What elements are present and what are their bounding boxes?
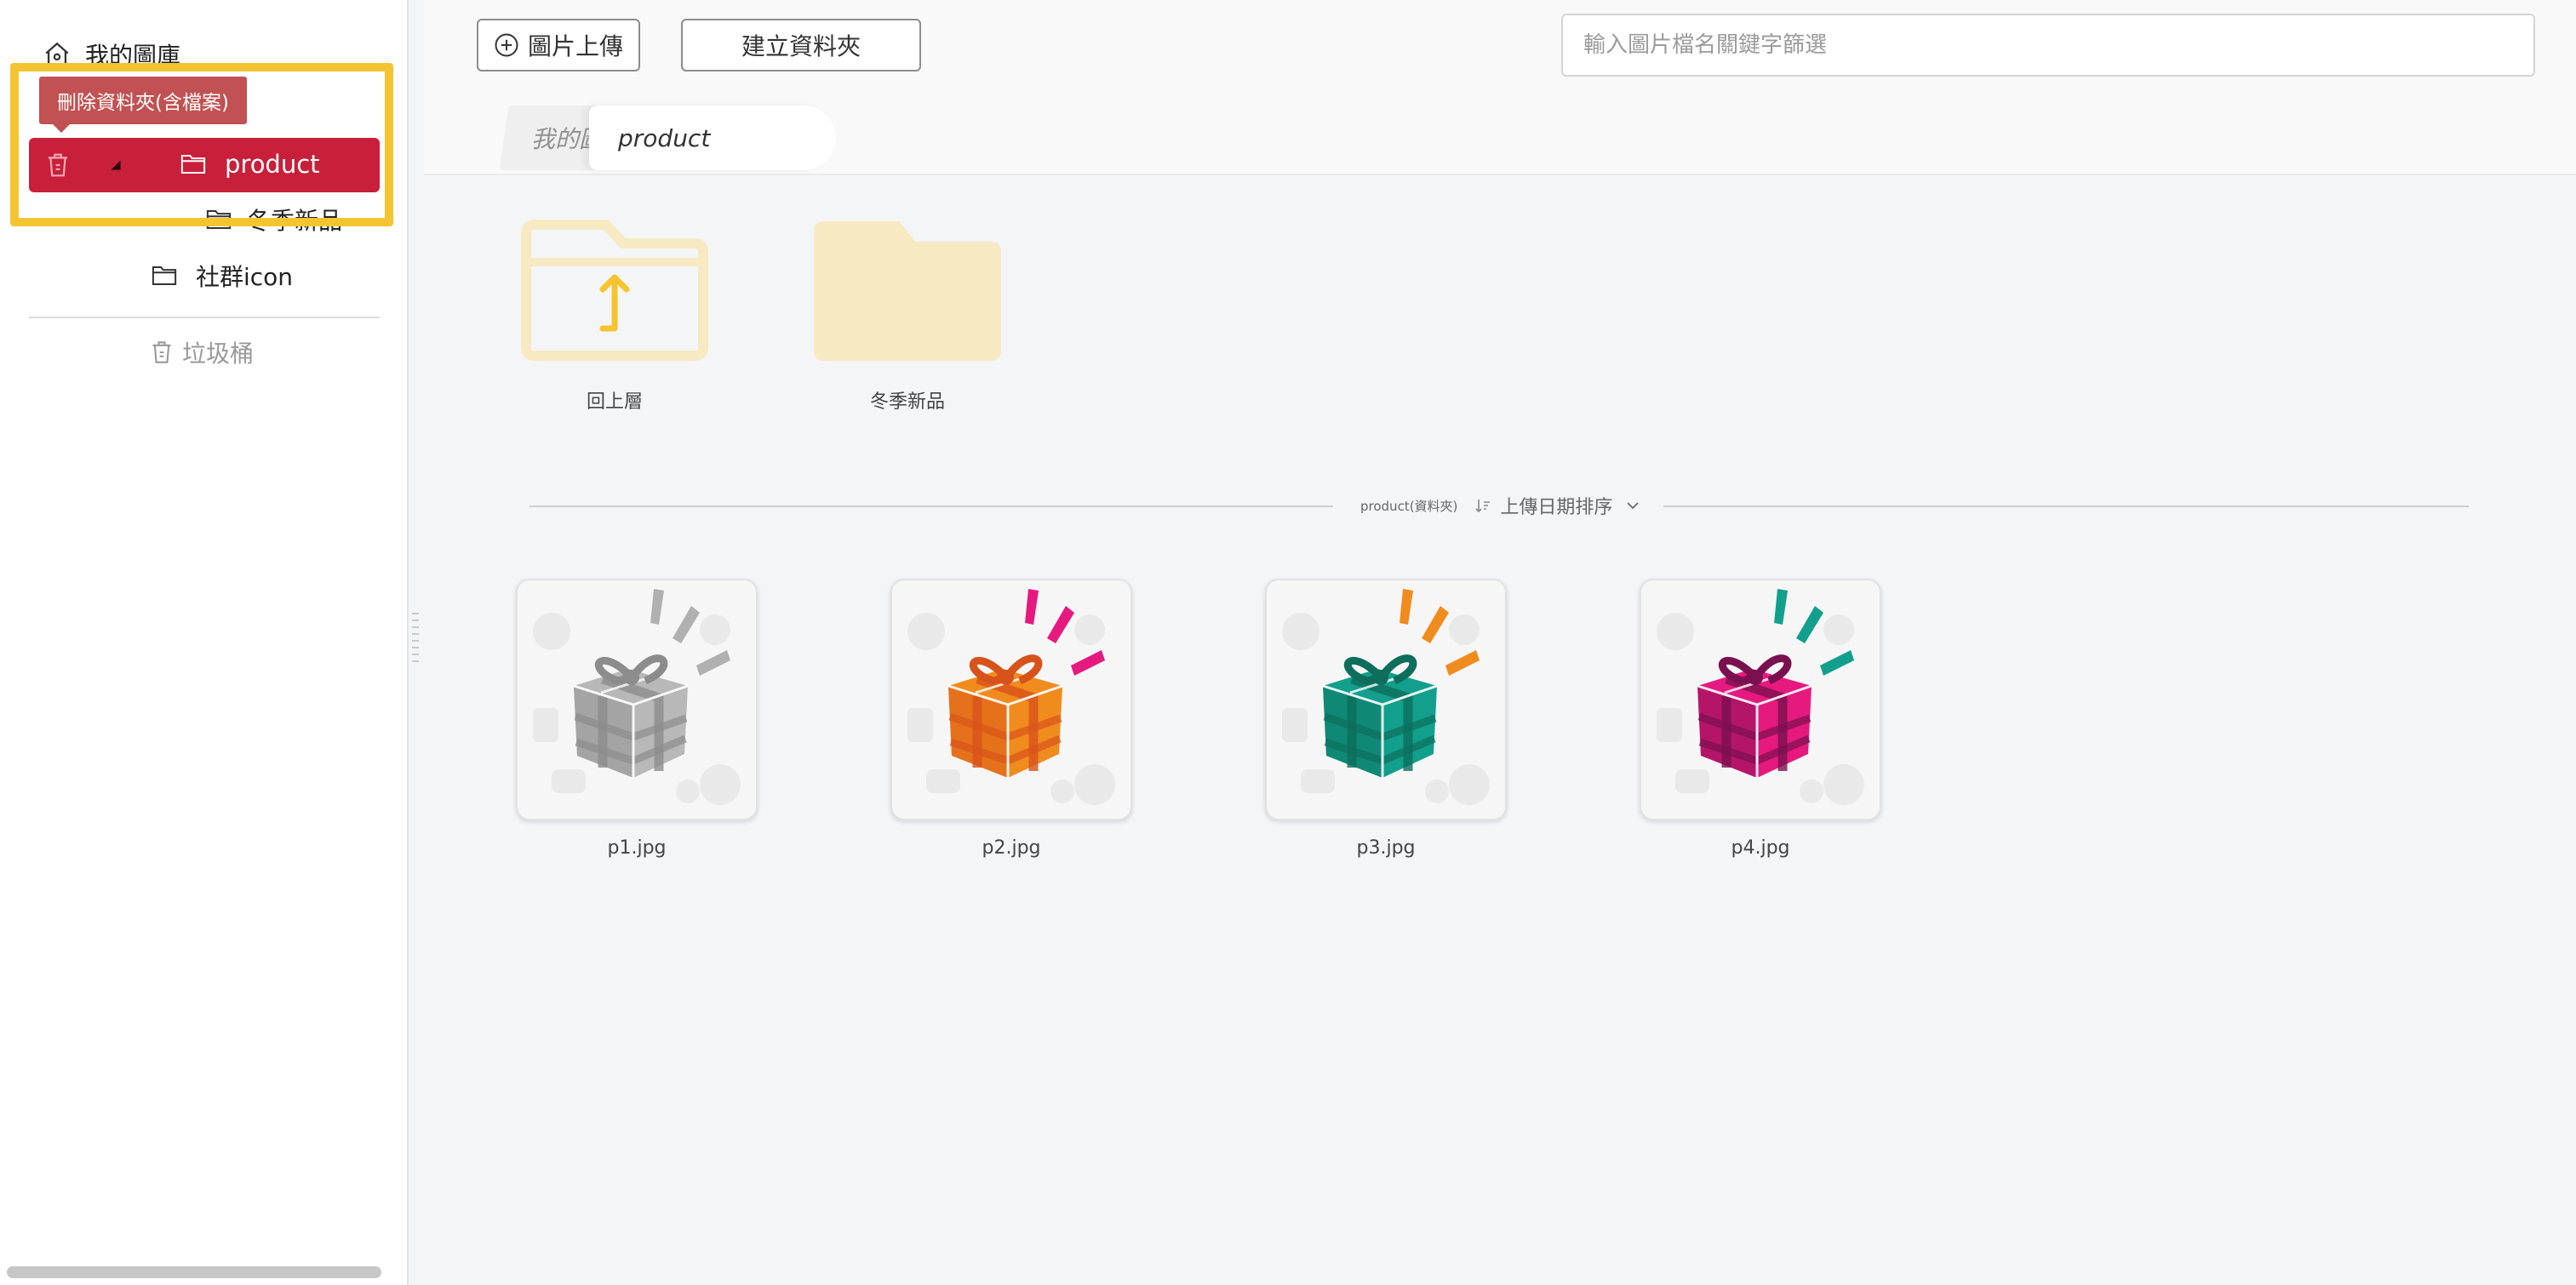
sidebar-horizontal-scrollbar[interactable] [7,1266,381,1278]
sidebar-item-label: 冬季新品 [247,207,343,235]
folder-card-label: 冬季新品 [869,391,945,413]
plus-circle-icon [495,33,518,57]
sidebar-item-label: product [225,150,320,179]
folder-icon [814,221,1001,361]
chevron-down-icon [1627,502,1640,510]
image-card[interactable]: p3.jpg [1265,579,1507,859]
upload-image-label: 圖片上傳 [527,32,623,60]
folder-card-label: 回上層 [586,391,643,413]
section-divider-right [1663,505,2469,507]
sort-by-date-dropdown[interactable]: 上傳日期排序 [1474,492,1641,519]
trash-icon [48,153,68,177]
collapse-caret-icon[interactable] [106,155,126,175]
sidebar-item-social-icon[interactable]: 社群icon [152,259,293,293]
home-icon [45,42,69,66]
image-card[interactable]: p4.jpg [1640,579,1881,859]
gift-image [907,589,1115,805]
sort-bar: product(資料夾) 上傳日期排序 [1360,492,1641,519]
image-card[interactable]: p1.jpg [516,579,758,859]
breadcrumb-current[interactable]: product [589,106,836,170]
sort-label: 上傳日期排序 [1500,497,1613,518]
sort-icon [1475,500,1491,513]
filename-search-input[interactable] [1561,14,2535,77]
trash-icon [152,341,171,363]
sidebar-divider [29,317,380,318]
gift-image [1657,589,1864,805]
current-folder-note: product(資料夾) [1360,498,1458,514]
folder-up-icon [521,220,708,361]
gift-image [533,589,741,805]
sidebar: 我的圖庫 4 product 冬季新品 社群icon 垃圾桶 [0,0,409,1285]
section-divider-left [530,505,1333,507]
folder-icon [206,210,232,229]
image-filename: p3.jpg [1356,837,1416,859]
sidebar-item-label: 我的圖庫 [85,42,181,70]
image-filename: p1.jpg [607,837,667,859]
sidebar-item-label: 垃圾桶 [182,340,255,368]
toolbar: 圖片上傳 建立資料夾 我的圖庫 product [424,0,2576,175]
image-filename: p2.jpg [982,837,1041,859]
image-thumbnail[interactable] [1265,579,1507,820]
sidebar-item-trash[interactable]: 垃圾桶 [150,335,254,369]
delete-folder-tooltip: 刪除資料夾(含檔案) [39,77,247,133]
sidebar-resize-handle[interactable] [410,613,421,669]
sidebar-item-winter-new[interactable]: 冬季新品 [206,203,342,237]
gallery-main: 回上層 冬季新品 product(資料夾) 上傳日期排序 p1.jpg p2.j… [424,177,2576,1285]
folder-card-back[interactable]: 回上層 [512,218,717,414]
folder-card-winter[interactable]: 冬季新品 [805,218,1010,414]
image-card[interactable]: p2.jpg [890,579,1132,859]
image-thumbnail[interactable] [890,579,1132,820]
sidebar-item-label: 社群icon [196,263,294,291]
image-thumbnail[interactable] [516,579,758,820]
sidebar-item-product[interactable]: product [29,138,380,192]
delete-folder-button[interactable] [43,150,73,180]
image-thumbnail[interactable] [1640,579,1881,820]
gift-image [1282,589,1490,805]
create-folder-button[interactable]: 建立資料夾 [681,19,921,71]
folder-icon [152,266,177,285]
image-filename: p4.jpg [1731,837,1790,859]
folder-icon [180,155,206,174]
upload-image-button[interactable]: 圖片上傳 [477,19,640,71]
sidebar-item-my-gallery[interactable]: 我的圖庫 [43,37,180,71]
